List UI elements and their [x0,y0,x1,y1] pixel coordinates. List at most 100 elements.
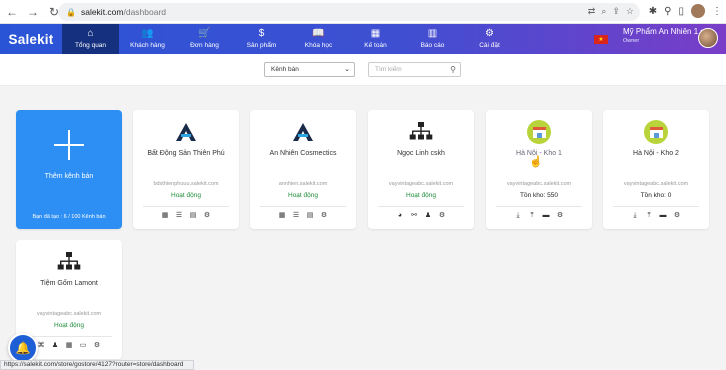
action-icon[interactable]: ⚙ [673,211,681,220]
menu-item-label: Sản phẩm [246,42,277,49]
channel-name[interactable]: Hà Nội - Kho 2 [603,150,709,157]
divider [260,206,346,207]
menu-item-5[interactable]: ▦ Kế toán [347,24,404,54]
card-actions: ▦ ☰ ▤ ⚙ [133,211,239,220]
share-icon[interactable]: ⇪ [612,6,620,17]
action-icon[interactable]: ⤓ [514,211,522,220]
menu-item-4[interactable]: 📖 Khóa học [290,24,347,54]
address-bar[interactable]: 🔒 salekit.com/dashboard ⇄ ⌕ ⇪ ☆ [58,3,640,21]
forward-icon[interactable]: → [24,3,42,21]
dollar-icon: $ [258,28,265,39]
menu-item-0[interactable]: ⌂ Tổng quan [62,24,119,54]
action-icon[interactable]: ⤓ [631,211,639,220]
menu-item-label: Cài đặt [479,42,500,49]
more-icon[interactable]: ⋮ [712,6,722,17]
action-icon[interactable]: ☰ [292,211,300,220]
hand-cursor-icon: ☝ [529,156,543,168]
notification-bell-icon[interactable]: 🔔 [8,333,38,363]
add-channel-card[interactable]: Thêm kênh bán Bạn đã tạo : 6 / 100 Kênh … [16,110,122,229]
divider [378,206,464,207]
url-host: salekit.com [80,7,124,17]
menu-item-2[interactable]: 🛒 Đơn hàng [176,24,233,54]
channel-name[interactable]: Ngọc Linh cskh [368,150,474,157]
search-placeholder: Tìm kiếm [375,66,402,73]
action-icon[interactable]: ♟ [51,341,59,350]
action-icon[interactable]: ▤ [189,211,197,220]
calculator-icon: ▦ [370,28,381,39]
action-icon[interactable]: ⚯ [410,211,418,220]
language-flag-icon[interactable]: ★ [594,35,608,44]
menu-item-6[interactable]: ▥ Báo cáo [404,24,461,54]
action-icon[interactable]: ◕ [396,211,404,220]
channel-name[interactable]: Bất Động Sản Thiên Phú [133,150,239,157]
back-icon[interactable]: ← [3,3,21,21]
status-label: Hoạt động [54,322,84,329]
divider [26,336,112,337]
profile-avatar[interactable] [691,4,705,18]
channel-domain: vayvintageabc.salekit.com [506,181,572,187]
channel-card[interactable]: An Nhiên Cosmectics annhien.salekit.com Ho… [250,110,356,229]
menu-item-3[interactable]: $ Sản phẩm [233,24,290,54]
app-header: Salekit ⌂ Tổng quan 👥 Khách hàng 🛒 Đơn hàng $ S… [0,24,726,54]
action-icon[interactable]: ⚙ [556,211,564,220]
stock-count: Tồn kho: 0 [640,192,672,199]
menu-item-7[interactable]: ⚙ Cài đặt [461,24,518,54]
user-menu[interactable]: Mỹ Phẩm An Nhiên 1 ▾ Owner [623,27,704,44]
extensions-icon[interactable]: ✱ [649,6,657,17]
user-role: Owner [623,38,640,44]
salekit-logo[interactable]: Salekit [0,24,62,54]
action-icon[interactable]: ♟ [424,211,432,220]
sidebar-icon[interactable]: ▯ [678,6,684,17]
menu-item-label: Tổng quan [74,42,107,49]
channel-domain: vayvintageabc.salekit.com [36,311,102,317]
action-icon[interactable]: ▦ [65,341,73,350]
channel-card[interactable]: Hà Nội - Kho 1 vayvintageabc.salekit.com T… [486,110,592,229]
channel-card[interactable]: Hà Nội - Kho 2 vayvintageabc.salekit.com T… [603,110,709,229]
zoom-icon[interactable]: ⌕ [601,6,606,17]
action-icon[interactable]: ⌘ [37,341,45,350]
action-icon[interactable]: ⤒ [645,211,653,220]
main-menu: ⌂ Tổng quan 👥 Khách hàng 🛒 Đơn hàng $ Sản phẩm 📖… [62,24,518,54]
action-icon[interactable]: ▦ [278,211,286,220]
menu-item-label: Khách hàng [130,42,165,49]
sitemap-icon [408,119,434,145]
menu-item-label: Khóa học [304,42,333,49]
action-icon[interactable]: ▤ [306,211,314,220]
action-icon[interactable]: ▬ [659,211,667,220]
channel-domain: annhien.salekit.com [278,181,328,187]
action-icon[interactable]: ▦ [161,211,169,220]
channel-card[interactable]: Ngọc Linh cskh vayvintageabc.salekit.com H… [368,110,474,229]
divider [496,206,582,207]
browser-toolbar: ← → ↻ 🔒 salekit.com/dashboard ⇄ ⌕ ⇪ ☆ ✱ … [0,0,726,24]
chart-icon: ▥ [427,28,438,39]
url-path: /dashboard [123,7,167,17]
action-icon[interactable]: ☰ [175,211,183,220]
puzzle-icon[interactable]: ⚲ [664,6,671,17]
channel-name[interactable]: Tiệm Gốm Lamont [16,280,122,287]
gear-icon: ⚙ [485,28,494,39]
action-icon[interactable]: ▭ [79,341,87,350]
action-icon[interactable]: ⚙ [320,211,328,220]
action-icon[interactable]: ⤒ [528,211,536,220]
action-icon[interactable]: ⚙ [438,211,446,220]
status-label: Hoạt động [171,192,201,199]
user-avatar[interactable] [698,28,718,48]
book-icon: 📖 [312,28,325,39]
channel-select[interactable]: Kênh bán ⌄ [264,62,355,77]
search-input[interactable]: Tìm kiếm ⚲ [368,62,461,77]
divider [143,206,229,207]
star-icon[interactable]: ☆ [626,6,634,17]
menu-item-1[interactable]: 👥 Khách hàng [119,24,176,54]
channel-card[interactable]: Bất Động Sản Thiên Phú bdsthienphuuu.sale… [133,110,239,229]
status-label: Hoạt động [406,192,436,199]
menu-item-label: Kế toán [364,42,387,49]
channel-name[interactable]: An Nhiên Cosmectics [250,150,356,157]
users-icon: 👥 [141,28,154,39]
translate-icon[interactable]: ⇄ [588,6,596,17]
menu-item-label: Đơn hàng [190,42,219,49]
action-icon[interactable]: ▬ [542,211,550,220]
action-icon[interactable]: ⚙ [93,341,101,350]
link-status-bar: https://salekit.com/store/gostore/4127?r… [0,360,194,370]
sitemap-icon [56,249,82,275]
action-icon[interactable]: ⚙ [203,211,211,220]
